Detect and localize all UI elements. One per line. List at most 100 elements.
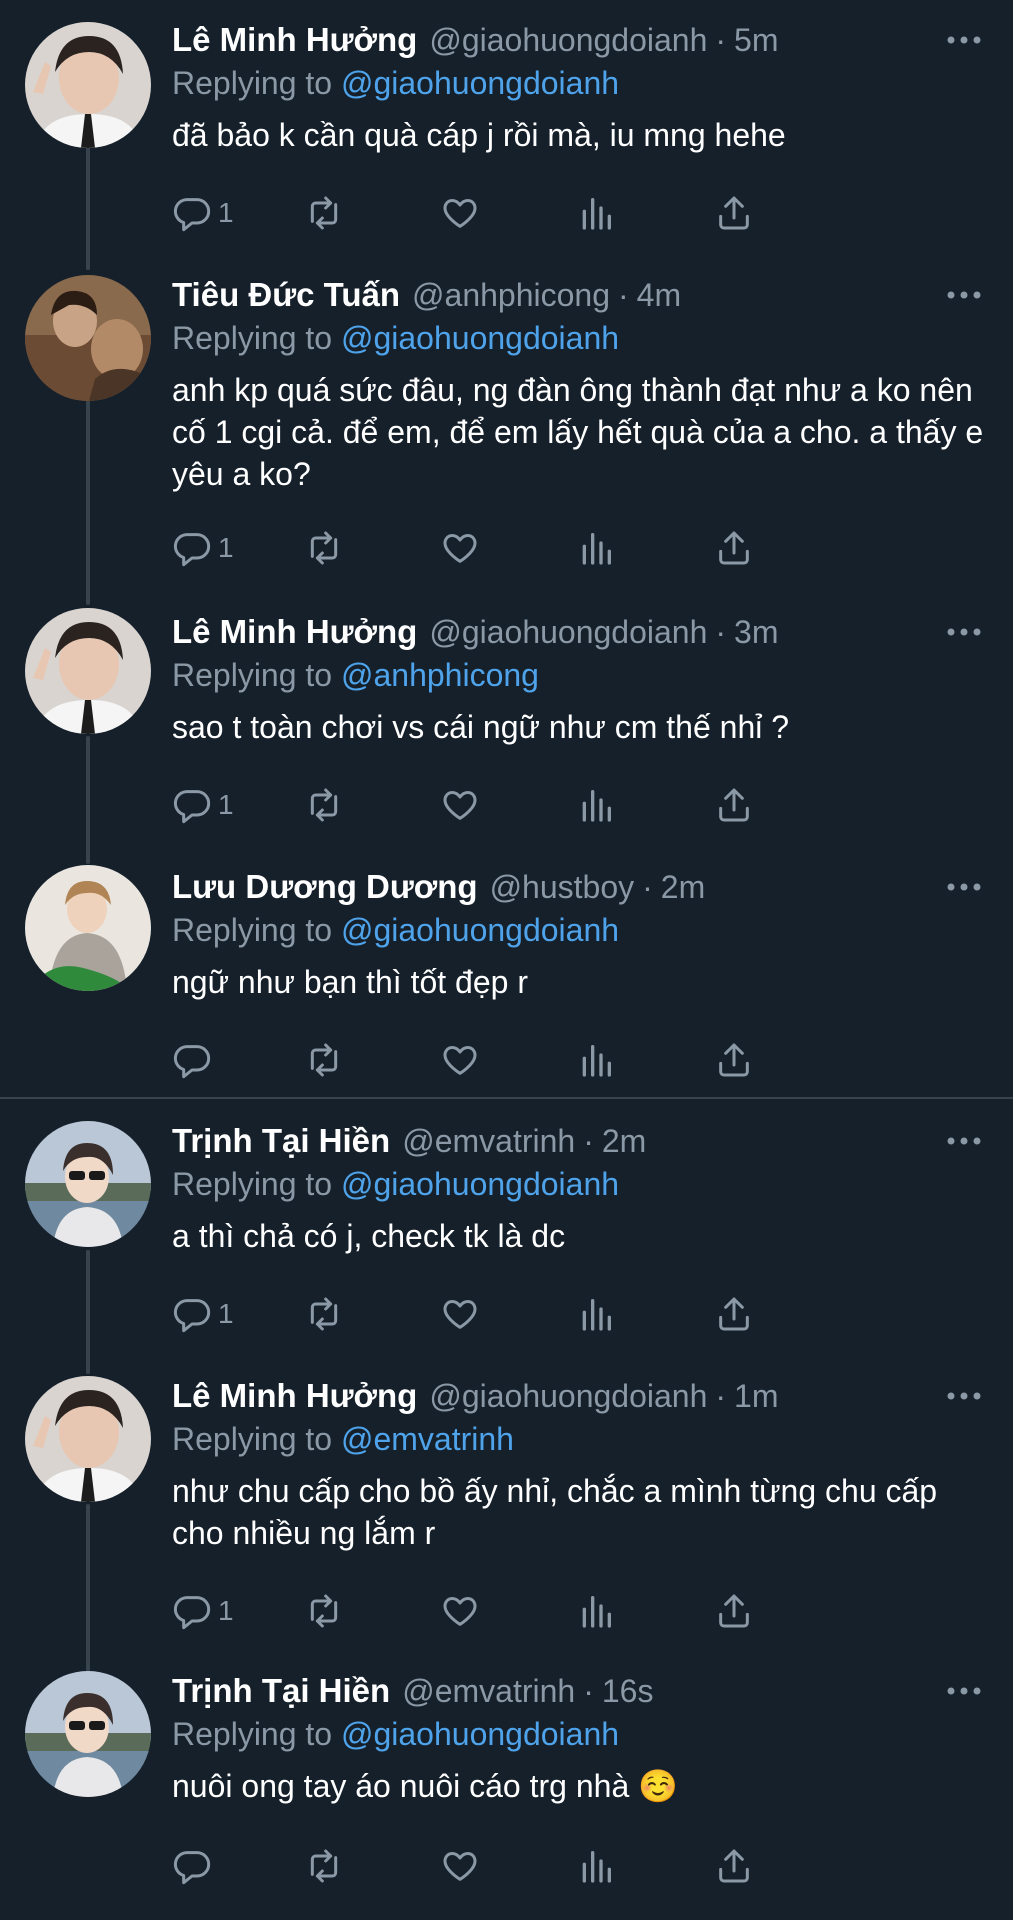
user-handle[interactable]: @giaohuongdoianh: [429, 18, 707, 62]
display-name[interactable]: Lê Minh Hưởng: [172, 18, 417, 62]
like-icon: [443, 1852, 477, 1881]
reply-button[interactable]: 1: [172, 1586, 234, 1636]
reply-icon: [173, 1045, 211, 1079]
user-avatar[interactable]: [25, 1376, 151, 1502]
reply-button[interactable]: [172, 1035, 218, 1085]
like-button[interactable]: [440, 523, 480, 573]
replying-to: Replying to @emvatrinh: [172, 1418, 989, 1460]
mention-link[interactable]: @giaohuongdoianh: [341, 1716, 619, 1752]
analytics-button[interactable]: [576, 1586, 616, 1636]
reply-button[interactable]: [172, 1841, 218, 1891]
retweet-button[interactable]: [304, 188, 344, 238]
separator-dot: ·: [715, 1378, 727, 1414]
tweet-actions: 1: [172, 1586, 892, 1636]
analytics-button[interactable]: [576, 780, 616, 830]
like-button[interactable]: [440, 1289, 480, 1339]
display-name[interactable]: Trịnh Tại Hiền: [172, 1669, 390, 1713]
analytics-button[interactable]: [576, 1841, 616, 1891]
display-name[interactable]: Tiêu Đức Tuấn: [172, 273, 400, 317]
avatar-photo: [25, 1121, 151, 1247]
like-button[interactable]: [440, 780, 480, 830]
user-avatar[interactable]: [25, 275, 151, 401]
user-avatar[interactable]: [25, 865, 151, 991]
tweet[interactable]: Lê Minh Hưởng @giaohuongdoianh · 1m Repl…: [0, 1374, 1013, 1630]
like-icon: [443, 1300, 477, 1329]
timestamp[interactable]: 5m: [734, 18, 778, 62]
user-handle[interactable]: @anhphicong: [412, 273, 610, 317]
reply-button[interactable]: 1: [172, 780, 234, 830]
avatar-photo: [25, 22, 151, 148]
share-button[interactable]: [714, 1289, 754, 1339]
retweet-button[interactable]: [304, 1035, 344, 1085]
tweet[interactable]: Trịnh Tại Hiền @emvatrinh · 16s Replying…: [0, 1669, 1013, 1909]
timestamp[interactable]: 3m: [734, 610, 778, 654]
more-options-icon[interactable]: [939, 273, 989, 317]
reply-button[interactable]: 1: [172, 1289, 234, 1339]
user-avatar[interactable]: [25, 22, 151, 148]
timestamp[interactable]: 2m: [661, 865, 705, 909]
reply-count: 1: [218, 1595, 234, 1626]
retweet-button[interactable]: [304, 780, 344, 830]
share-button[interactable]: [714, 780, 754, 830]
tweet[interactable]: Trịnh Tại Hiền @emvatrinh · 2m Replying …: [0, 1119, 1013, 1359]
user-avatar[interactable]: [25, 1121, 151, 1247]
share-button[interactable]: [714, 1586, 754, 1636]
more-options-icon[interactable]: [939, 610, 989, 654]
mention-link[interactable]: @giaohuongdoianh: [341, 65, 619, 101]
reply-button[interactable]: 1: [172, 523, 234, 573]
display-name[interactable]: Trịnh Tại Hiền: [172, 1119, 390, 1163]
like-button[interactable]: [440, 1035, 480, 1085]
more-options-icon[interactable]: [939, 1669, 989, 1713]
user-handle[interactable]: @giaohuongdoianh: [429, 610, 707, 654]
analytics-button[interactable]: [576, 1035, 616, 1085]
more-options-icon[interactable]: [939, 1374, 989, 1418]
tweet[interactable]: Lưu Dương Dương @hustboy · 2m Replying t…: [0, 865, 1013, 1085]
reply-icon: [173, 533, 211, 567]
tweet[interactable]: Tiêu Đức Tuấn @anhphicong · 4m Replying …: [0, 273, 1013, 583]
retweet-button[interactable]: [304, 523, 344, 573]
timestamp[interactable]: 16s: [602, 1669, 654, 1713]
analytics-button[interactable]: [576, 523, 616, 573]
share-button[interactable]: [714, 1035, 754, 1085]
analytics-icon: [582, 1299, 611, 1331]
user-handle[interactable]: @giaohuongdoianh: [429, 1374, 707, 1418]
timestamp[interactable]: 2m: [602, 1119, 646, 1163]
mention-link[interactable]: @giaohuongdoianh: [341, 1166, 619, 1202]
retweet-button[interactable]: [304, 1841, 344, 1891]
display-name[interactable]: Lê Minh Hưởng: [172, 1374, 417, 1418]
user-handle[interactable]: @emvatrinh: [402, 1119, 575, 1163]
timestamp[interactable]: 4m: [637, 273, 681, 317]
avatar-photo: [25, 865, 151, 991]
retweet-button[interactable]: [304, 1289, 344, 1339]
display-name[interactable]: Lưu Dương Dương: [172, 865, 478, 909]
user-avatar[interactable]: [25, 1671, 151, 1797]
retweet-button[interactable]: [304, 1586, 344, 1636]
reply-count: 1: [218, 532, 234, 563]
like-button[interactable]: [440, 1841, 480, 1891]
share-button[interactable]: [714, 523, 754, 573]
more-options-icon[interactable]: [939, 18, 989, 62]
like-icon: [443, 199, 477, 228]
user-handle[interactable]: @emvatrinh: [402, 1669, 575, 1713]
more-options-icon[interactable]: [939, 1119, 989, 1163]
like-button[interactable]: [440, 188, 480, 238]
display-name[interactable]: Lê Minh Hưởng: [172, 610, 417, 654]
user-handle[interactable]: @hustboy: [490, 865, 635, 909]
reply-icon: [173, 790, 211, 824]
mention-link[interactable]: @anhphicong: [341, 657, 539, 693]
mention-link[interactable]: @emvatrinh: [341, 1421, 514, 1457]
share-button[interactable]: [714, 188, 754, 238]
analytics-button[interactable]: [576, 1289, 616, 1339]
reply-button[interactable]: 1: [172, 188, 234, 238]
tweet-actions: [172, 1035, 892, 1085]
tweet[interactable]: Lê Minh Hưởng @giaohuongdoianh · 5m Repl…: [0, 18, 1013, 258]
mention-link[interactable]: @giaohuongdoianh: [341, 320, 619, 356]
analytics-button[interactable]: [576, 188, 616, 238]
tweet[interactable]: Lê Minh Hưởng @giaohuongdoianh · 3m Repl…: [0, 608, 1013, 850]
timestamp[interactable]: 1m: [734, 1374, 778, 1418]
mention-link[interactable]: @giaohuongdoianh: [341, 912, 619, 948]
share-button[interactable]: [714, 1841, 754, 1891]
user-avatar[interactable]: [25, 608, 151, 734]
more-options-icon[interactable]: [939, 865, 989, 909]
like-button[interactable]: [440, 1586, 480, 1636]
